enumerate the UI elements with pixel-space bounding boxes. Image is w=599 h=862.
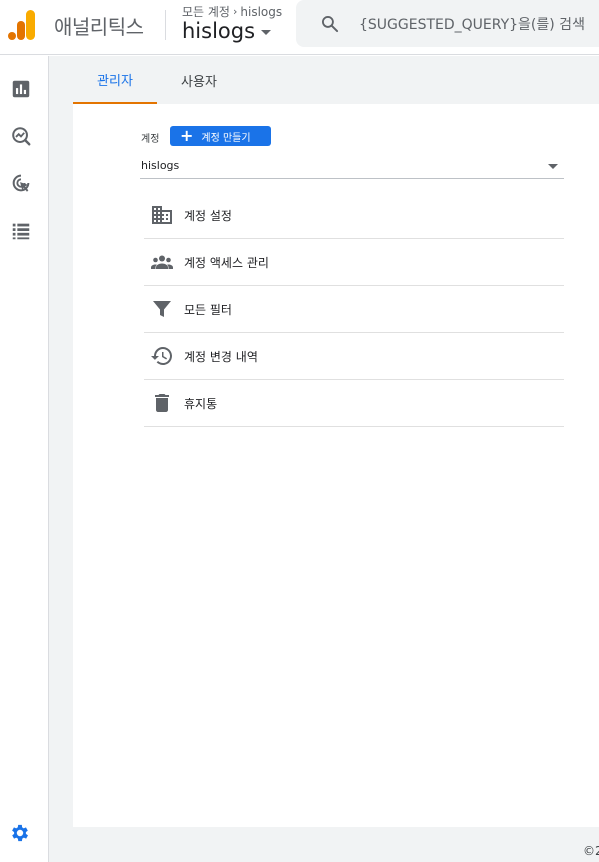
explore-icon[interactable] bbox=[10, 125, 32, 147]
filter-icon bbox=[153, 301, 171, 317]
breadcrumb-account[interactable]: hislogs bbox=[240, 5, 282, 19]
menu-item-account-settings[interactable]: 계정 설정 bbox=[144, 192, 564, 239]
people-icon bbox=[151, 255, 173, 269]
plus-icon: + bbox=[180, 126, 194, 145]
menu-item-access-management[interactable]: 계정 액세스 관리 bbox=[144, 239, 564, 286]
menu-item-change-history[interactable]: 계정 변경 내역 bbox=[144, 333, 564, 380]
menu-item-all-filters[interactable]: 모든 필터 bbox=[144, 286, 564, 333]
trash-icon bbox=[155, 394, 169, 412]
breadcrumb-root[interactable]: 모든 계정 bbox=[182, 3, 230, 20]
header-divider bbox=[165, 10, 166, 40]
footer-copyright: ©2 bbox=[583, 844, 599, 858]
search-icon bbox=[322, 16, 339, 33]
caret-down-icon bbox=[261, 30, 272, 35]
table-icon[interactable] bbox=[10, 220, 32, 242]
gear-icon[interactable] bbox=[9, 822, 31, 844]
caret-down-icon bbox=[548, 164, 558, 169]
menu-item-trash[interactable]: 휴지통 bbox=[144, 380, 564, 427]
left-nav-rail bbox=[0, 56, 49, 862]
search-input[interactable]: {SUGGESTED_QUERY}을(를) 검색 bbox=[359, 14, 585, 34]
tab-bar: 관리자 사용자 bbox=[49, 56, 599, 104]
menu-item-label: 모든 필터 bbox=[184, 302, 232, 317]
analytics-logo-icon[interactable] bbox=[8, 10, 36, 40]
chevron-right-icon: › bbox=[232, 5, 238, 18]
account-selector[interactable]: hislogs bbox=[182, 19, 272, 43]
bar-chart-icon[interactable] bbox=[10, 78, 32, 100]
top-header: 애널리틱스 모든 계정 › hislogs hislogs {SUGGESTED… bbox=[0, 0, 599, 55]
account-name: hislogs bbox=[182, 19, 256, 43]
create-account-button[interactable]: + 계정 만들기 bbox=[170, 126, 271, 146]
admin-panel: 계정 + 계정 만들기 hislogs 계정 설정 계정 액세스 관리 모든 필… bbox=[73, 104, 599, 827]
history-icon bbox=[151, 347, 172, 365]
tab-user[interactable]: 사용자 bbox=[159, 56, 239, 104]
account-dropdown[interactable]: hislogs bbox=[140, 154, 564, 179]
main-content: 관리자 사용자 계정 + 계정 만들기 hislogs 계정 설정 계정 액세스… bbox=[49, 56, 599, 862]
account-menu: 계정 설정 계정 액세스 관리 모든 필터 계정 변경 내역 휴지통 bbox=[144, 192, 564, 427]
create-account-label: 계정 만들기 bbox=[201, 132, 251, 144]
account-column-label: 계정 bbox=[141, 134, 160, 145]
search-bar[interactable]: {SUGGESTED_QUERY}을(를) 검색 bbox=[296, 0, 599, 47]
advertising-icon[interactable] bbox=[10, 172, 32, 194]
selected-account: hislogs bbox=[141, 159, 180, 172]
building-icon bbox=[152, 206, 172, 224]
menu-item-label: 휴지통 bbox=[184, 396, 218, 411]
app-title: 애널리틱스 bbox=[54, 15, 144, 39]
menu-item-label: 계정 설정 bbox=[184, 208, 232, 223]
breadcrumb[interactable]: 모든 계정 › hislogs bbox=[182, 3, 282, 20]
menu-item-label: 계정 변경 내역 bbox=[184, 349, 258, 364]
menu-item-label: 계정 액세스 관리 bbox=[184, 255, 269, 270]
tab-admin[interactable]: 관리자 bbox=[73, 56, 157, 104]
